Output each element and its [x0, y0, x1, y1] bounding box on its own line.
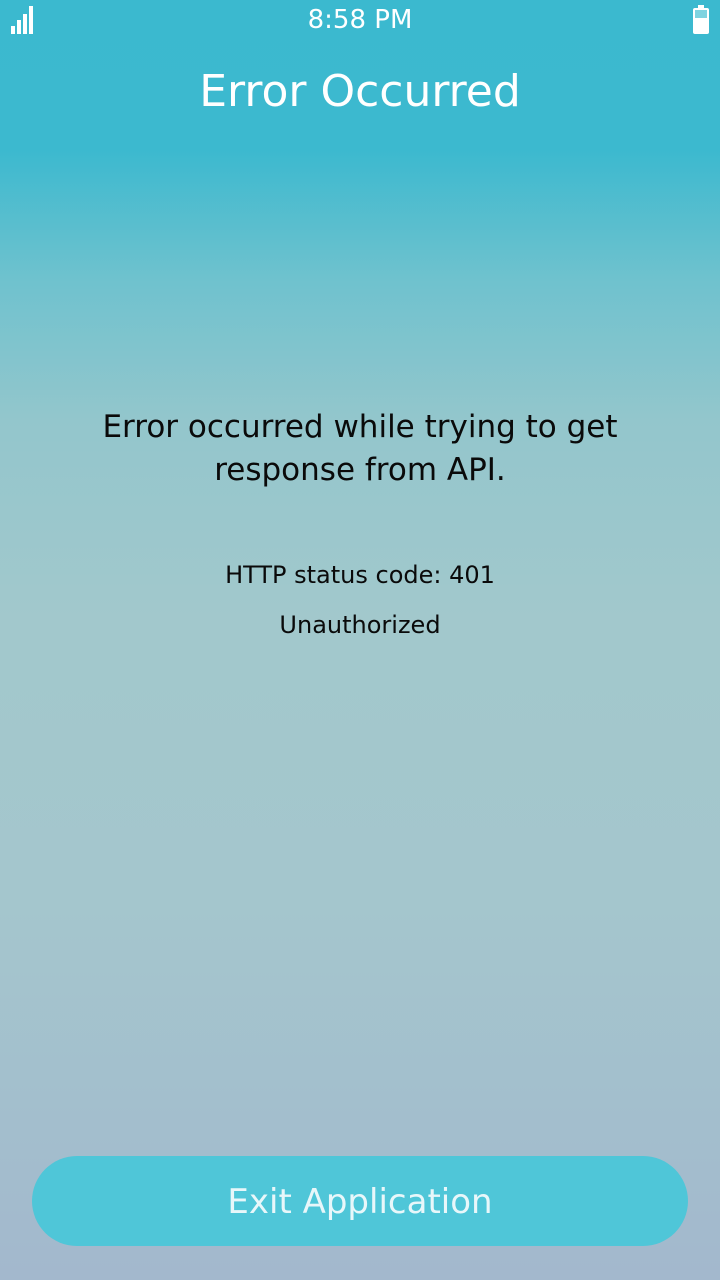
battery-icon: [693, 5, 709, 35]
page-title: Error Occurred: [199, 66, 521, 117]
http-status-code: HTTP status code: 401: [225, 561, 495, 589]
status-bar-time: 8:58 PM: [307, 5, 413, 35]
exit-application-button[interactable]: Exit Application: [32, 1156, 688, 1246]
status-bar: 8:58 PM: [0, 0, 720, 40]
http-status-text: Unauthorized: [279, 611, 441, 639]
error-message: Error occurred while trying to get respo…: [102, 409, 618, 488]
